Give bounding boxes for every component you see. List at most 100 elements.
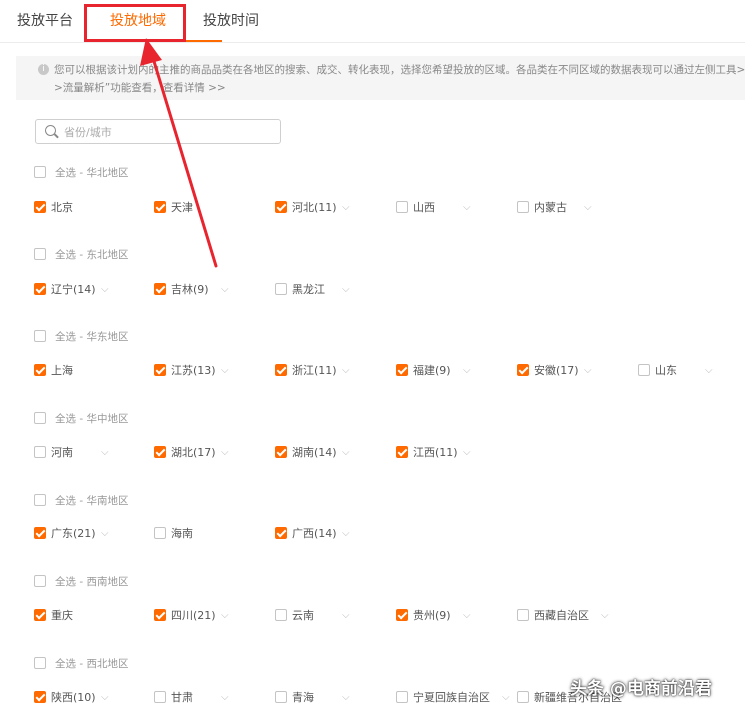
tab-time[interactable]: 投放时间: [203, 10, 259, 30]
province-label: 海南: [171, 527, 193, 540]
province-checkbox[interactable]: [275, 201, 287, 213]
info-icon: i: [38, 64, 49, 75]
search-box: [35, 119, 281, 144]
chevron-down-icon[interactable]: ⌵: [101, 527, 109, 541]
notice-banner: i 您可以根据该计划内的主推的商品品类在各地区的搜索、成交、转化表现，选择您希望…: [16, 56, 745, 100]
province-checkbox[interactable]: [34, 201, 46, 213]
province-label: 云南: [292, 609, 314, 622]
province-label: 上海: [51, 364, 73, 377]
select-all-checkbox[interactable]: [34, 494, 46, 506]
province-label: 江苏(13): [171, 364, 216, 377]
province-label: 贵州(9): [413, 609, 451, 622]
province-checkbox[interactable]: [275, 446, 287, 458]
select-all-label: 全选 - 华北地区: [55, 167, 129, 179]
province-label: 天津: [171, 201, 193, 214]
province-checkbox[interactable]: [396, 446, 408, 458]
province-checkbox[interactable]: [154, 201, 166, 213]
province-checkbox[interactable]: [34, 527, 46, 539]
province-checkbox[interactable]: [154, 283, 166, 295]
province-checkbox[interactable]: [34, 283, 46, 295]
province-checkbox[interactable]: [517, 609, 529, 621]
province-label: 重庆: [51, 609, 73, 622]
province-checkbox[interactable]: [275, 609, 287, 621]
chevron-down-icon[interactable]: ⌵: [463, 364, 471, 378]
chevron-down-icon[interactable]: ⌵: [342, 527, 350, 541]
province-checkbox[interactable]: [154, 364, 166, 376]
select-all-checkbox[interactable]: [34, 166, 46, 178]
province-checkbox[interactable]: [34, 691, 46, 703]
province-label: 甘肃: [171, 691, 193, 704]
province-label: 辽宁(14): [51, 283, 96, 296]
select-all-checkbox[interactable]: [34, 657, 46, 669]
province-label: 山西: [413, 201, 435, 214]
chevron-down-icon[interactable]: ⌵: [342, 609, 350, 623]
search-input[interactable]: [62, 123, 276, 142]
chevron-down-icon[interactable]: ⌵: [101, 283, 109, 297]
select-all-label: 全选 - 东北地区: [55, 249, 129, 261]
province-checkbox[interactable]: [396, 609, 408, 621]
chevron-down-icon[interactable]: ⌵: [463, 609, 471, 623]
province-checkbox[interactable]: [34, 364, 46, 376]
province-label: 北京: [51, 201, 73, 214]
province-checkbox[interactable]: [275, 527, 287, 539]
province-checkbox[interactable]: [34, 609, 46, 621]
chevron-down-icon[interactable]: ⌵: [221, 446, 229, 460]
chevron-down-icon[interactable]: ⌵: [705, 364, 713, 378]
province-label: 江西(11): [413, 446, 458, 459]
province-checkbox[interactable]: [275, 691, 287, 703]
province-checkbox[interactable]: [517, 201, 529, 213]
chevron-down-icon[interactable]: ⌵: [342, 364, 350, 378]
province-checkbox[interactable]: [396, 691, 408, 703]
chevron-down-icon[interactable]: ⌵: [463, 446, 471, 460]
province-checkbox[interactable]: [396, 364, 408, 376]
chevron-down-icon[interactable]: ⌵: [342, 691, 350, 705]
province-label: 河南: [51, 446, 73, 459]
chevron-down-icon[interactable]: ⌵: [601, 609, 609, 623]
notice-line-2[interactable]: >流量解析”功能查看，查看详情 >>: [54, 80, 226, 95]
chevron-down-icon[interactable]: ⌵: [101, 446, 109, 460]
province-checkbox[interactable]: [517, 364, 529, 376]
select-all-checkbox[interactable]: [34, 575, 46, 587]
annotation-arrow: [140, 38, 218, 268]
chevron-down-icon[interactable]: ⌵: [221, 283, 229, 297]
tab-platform[interactable]: 投放平台: [17, 10, 73, 30]
province-label: 浙江(11): [292, 364, 337, 377]
chevron-down-icon[interactable]: ⌵: [221, 609, 229, 623]
province-checkbox[interactable]: [638, 364, 650, 376]
province-label: 吉林(9): [171, 283, 209, 296]
chevron-down-icon[interactable]: ⌵: [342, 446, 350, 460]
chevron-down-icon[interactable]: ⌵: [342, 201, 350, 215]
province-checkbox[interactable]: [154, 446, 166, 458]
select-all-label: 全选 - 华中地区: [55, 413, 129, 425]
province-label: 河北(11): [292, 201, 337, 214]
chevron-down-icon[interactable]: ⌵: [584, 201, 592, 215]
province-label: 四川(21): [171, 609, 216, 622]
chevron-down-icon[interactable]: ⌵: [221, 364, 229, 378]
province-checkbox[interactable]: [154, 609, 166, 621]
chevron-down-icon[interactable]: ⌵: [463, 201, 471, 215]
chevron-down-icon[interactable]: ⌵: [101, 691, 109, 705]
province-label: 安徽(17): [534, 364, 579, 377]
select-all-checkbox[interactable]: [34, 330, 46, 342]
province-label: 广东(21): [51, 527, 96, 540]
province-checkbox[interactable]: [275, 283, 287, 295]
province-label: 福建(9): [413, 364, 451, 377]
chevron-down-icon[interactable]: ⌵: [584, 364, 592, 378]
select-all-label: 全选 - 西北地区: [55, 658, 129, 670]
select-all-checkbox[interactable]: [34, 248, 46, 260]
province-checkbox[interactable]: [34, 446, 46, 458]
province-checkbox[interactable]: [275, 364, 287, 376]
province-checkbox[interactable]: [517, 691, 529, 703]
watermark: 头条 @电商前沿君: [570, 679, 712, 699]
select-all-label: 全选 - 西南地区: [55, 576, 129, 588]
select-all-checkbox[interactable]: [34, 412, 46, 424]
chevron-down-icon[interactable]: ⌵: [502, 691, 510, 705]
province-label: 陕西(10): [51, 691, 96, 704]
annotation-highlight-box: [84, 4, 186, 42]
province-checkbox[interactable]: [154, 527, 166, 539]
search-icon: [45, 125, 56, 136]
province-checkbox[interactable]: [396, 201, 408, 213]
chevron-down-icon[interactable]: ⌵: [342, 283, 350, 297]
chevron-down-icon[interactable]: ⌵: [221, 691, 229, 705]
province-checkbox[interactable]: [154, 691, 166, 703]
